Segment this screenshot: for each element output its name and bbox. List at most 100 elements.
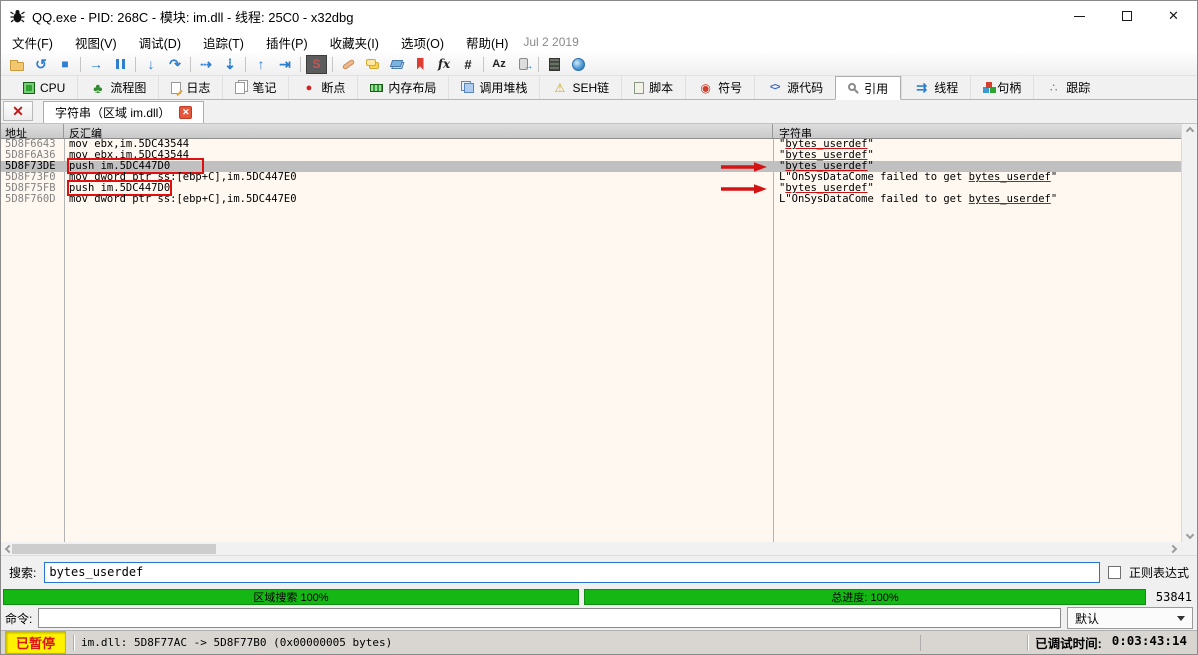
run-to-user-code-button[interactable]: ⇢ [194, 54, 218, 75]
menu-item[interactable]: 收藏夹(I) [319, 31, 390, 53]
tab-flowchart[interactable]: 流程图 [77, 76, 158, 99]
scroll-down-icon[interactable] [1185, 531, 1193, 539]
tab-references[interactable]: 引用 [835, 76, 901, 100]
paused-status-badge: 已暂停 [5, 631, 66, 654]
string-cell[interactable]: L"OnSysDataCome failed to get bytes_user… [773, 194, 1181, 205]
command-label: 命令: [5, 610, 32, 627]
table-row[interactable]: 5D8F760D mov dword ptr ss:[ebp+C],im.5DC… [1, 194, 1181, 205]
run-until-user-button[interactable]: ⇥ [273, 54, 297, 75]
tab-script[interactable]: 脚本 [621, 76, 685, 99]
column-header-address[interactable]: 地址 [1, 124, 64, 138]
restart-button[interactable]: ↺ [29, 54, 53, 75]
menu-item[interactable]: 调试(D) [128, 31, 192, 53]
close-all-tabs-button[interactable]: ✕ [3, 101, 33, 121]
menu-item[interactable]: 插件(P) [255, 31, 319, 53]
close-debuggee-button[interactable]: ■ [53, 54, 77, 75]
script-icon [634, 82, 644, 94]
scroll-up-icon[interactable] [1185, 127, 1193, 135]
status-divider [1027, 635, 1028, 651]
tab-call-stack[interactable]: 调用堆栈 [448, 76, 539, 99]
column-header-string[interactable]: 字符串 [773, 124, 1181, 138]
debug-time-value: 0:03:43:14 [1112, 633, 1187, 652]
comments-button[interactable] [360, 54, 384, 75]
labels-button[interactable] [384, 54, 408, 75]
debug-time: 已调试时间: 0:03:43:14 [1035, 633, 1193, 652]
minimize-button[interactable] [1056, 1, 1103, 31]
regex-label[interactable]: 正则表达式 [1129, 564, 1189, 581]
menu-item[interactable]: 追踪(T) [192, 31, 255, 53]
run-button[interactable]: → [84, 54, 108, 75]
ribbon-icon [417, 58, 424, 70]
result-count: 53841 [1151, 590, 1195, 604]
run-icon: → [89, 57, 103, 71]
column-header-disassembly[interactable]: 反汇编 [64, 124, 773, 138]
close-icon: ✕ [1168, 8, 1179, 24]
tab-notes[interactable]: 笔记 [222, 76, 288, 99]
menu-item[interactable]: 文件(F) [1, 31, 64, 53]
patches-button[interactable] [336, 54, 360, 75]
close-button[interactable]: ✕ [1150, 1, 1197, 31]
status-bar: 已暂停 im.dll: 5D8F77AC -> 5D8F77B0 (0x0000… [1, 630, 1197, 654]
dashed-arrow-icon: ⇢ [200, 57, 212, 71]
string-link[interactable]: bytes_userdef [969, 193, 1051, 205]
calculator-icon [549, 58, 560, 71]
tab-strings-region[interactable]: 字符串（区域 im.dll） [43, 101, 204, 123]
menu-item[interactable]: 选项(O) [390, 31, 455, 53]
title-bar: QQ.exe - PID: 268C - 模块: im.dll - 线程: 25… [1, 1, 1197, 31]
string-link[interactable]: bytes_userdef [969, 171, 1051, 183]
animate-button[interactable]: S [306, 55, 327, 74]
calculator-button[interactable] [542, 54, 566, 75]
tab-cpu[interactable]: CPU [11, 76, 77, 99]
tab-symbols[interactable]: 符号 [685, 76, 754, 99]
tab-close-icon[interactable] [179, 106, 192, 119]
hash-button[interactable]: # [456, 54, 480, 75]
tab-log[interactable]: 日志 [158, 76, 222, 99]
tab-seh-chain[interactable]: SEH链 [539, 76, 621, 99]
disasm-cell[interactable]: mov dword ptr ss:[ebp+C],im.5DC447E0 [64, 194, 773, 205]
regex-checkbox[interactable] [1108, 566, 1121, 579]
address-cell[interactable]: 5D8F760D [1, 194, 64, 205]
tab-handles[interactable]: 句柄 [970, 76, 1033, 99]
restart-icon: ↺ [35, 57, 47, 71]
chevron-down-icon [1177, 616, 1185, 621]
preferences-button[interactable]: Az [487, 54, 511, 75]
menu-item[interactable]: 帮助(H) [455, 31, 519, 53]
tab-threads[interactable]: 线程 [901, 76, 970, 99]
command-input[interactable] [38, 608, 1061, 628]
tab-trace[interactable]: 跟踪 [1033, 76, 1102, 99]
references-icon [848, 83, 856, 91]
horizontal-scrollbar[interactable] [1, 542, 1197, 556]
bookmarks-button[interactable] [408, 54, 432, 75]
fx-icon: fx [438, 58, 450, 70]
search-input[interactable] [44, 562, 1100, 583]
bandaid-icon [341, 58, 355, 70]
step-over-button[interactable]: ↷ [163, 54, 187, 75]
step-into-button[interactable]: ↓ [139, 54, 163, 75]
maximize-button[interactable] [1103, 1, 1150, 31]
trace-into-button[interactable]: ⇣ [218, 54, 242, 75]
attach-button[interactable] [511, 54, 535, 75]
pause-button[interactable] [108, 54, 132, 75]
sub-tab-bar: ✕ 字符串（区域 im.dll） [1, 100, 1197, 124]
horizontal-scroll-thumb[interactable] [12, 544, 216, 554]
status-empty-segment [920, 635, 1020, 651]
profile-dropdown[interactable]: 默认 [1067, 607, 1193, 629]
status-divider [73, 635, 74, 651]
vertical-scrollbar[interactable] [1181, 124, 1197, 542]
execute-till-return-button[interactable]: ↑ [249, 54, 273, 75]
tab-source[interactable]: 源代码 [754, 76, 835, 99]
flowchart-icon [90, 81, 105, 95]
disasm-cell[interactable]: mov dword ptr ss:[ebp+C],im.5DC447E0 [64, 172, 773, 183]
table-row[interactable]: 5D8F73F0 mov dword ptr ss:[ebp+C],im.5DC… [1, 172, 1181, 183]
open-file-button[interactable] [5, 54, 29, 75]
toolbar-separator [538, 57, 539, 72]
references-table: 地址 反汇编 字符串 5D8F6643 mov ebx,im.5DC43544 … [1, 124, 1197, 542]
tab-breakpoint[interactable]: 断点 [288, 76, 357, 99]
tab-memory-map[interactable]: 内存布局 [357, 76, 448, 99]
scroll-right-icon[interactable] [1169, 545, 1177, 553]
functions-button[interactable]: fx [432, 54, 456, 75]
region-progress-bar: 区域搜索 100% [3, 589, 579, 605]
update-button[interactable] [566, 54, 590, 75]
stop-icon: ■ [61, 58, 68, 70]
menu-item[interactable]: 视图(V) [64, 31, 128, 53]
